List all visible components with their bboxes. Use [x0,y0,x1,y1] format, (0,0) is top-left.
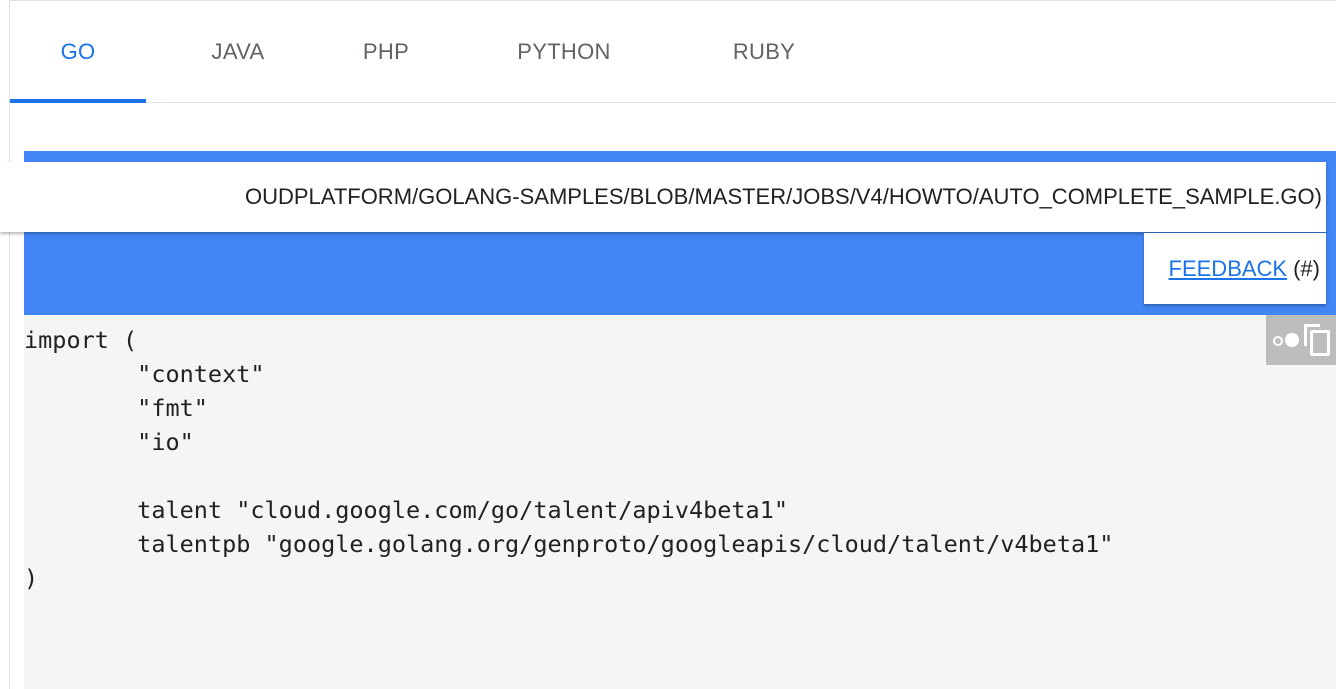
tab-ruby[interactable]: RUBY [696,1,832,102]
copy-icon[interactable] [1303,324,1330,356]
feedback-anchor: (#) [1293,255,1320,281]
tab-go[interactable]: GO [10,1,146,102]
tab-python[interactable]: PYTHON [496,1,632,102]
feedback-card: FEEDBACK (#) [1144,233,1326,304]
language-tab-bar: GO JAVA PHP PYTHON RUBY [10,1,1336,103]
tab-java[interactable]: JAVA [170,1,306,102]
active-tab-indicator [10,99,146,103]
source-url-text[interactable]: OUDPLATFORM/GOLANG-SAMPLES/BLOB/MASTER/J… [245,162,1322,232]
code-block[interactable]: import ( "context" "fmt" "io" talent "cl… [24,315,1336,689]
code-toolbar [1266,315,1336,365]
tab-php[interactable]: PHP [318,1,454,102]
feedback-link[interactable]: FEEDBACK [1169,256,1288,282]
source-url-card: OUDPLATFORM/GOLANG-SAMPLES/BLOB/MASTER/J… [0,162,1326,232]
dark-theme-toggle-icon[interactable] [1272,333,1299,347]
code-content[interactable]: import ( "context" "fmt" "io" talent "cl… [24,323,1113,595]
